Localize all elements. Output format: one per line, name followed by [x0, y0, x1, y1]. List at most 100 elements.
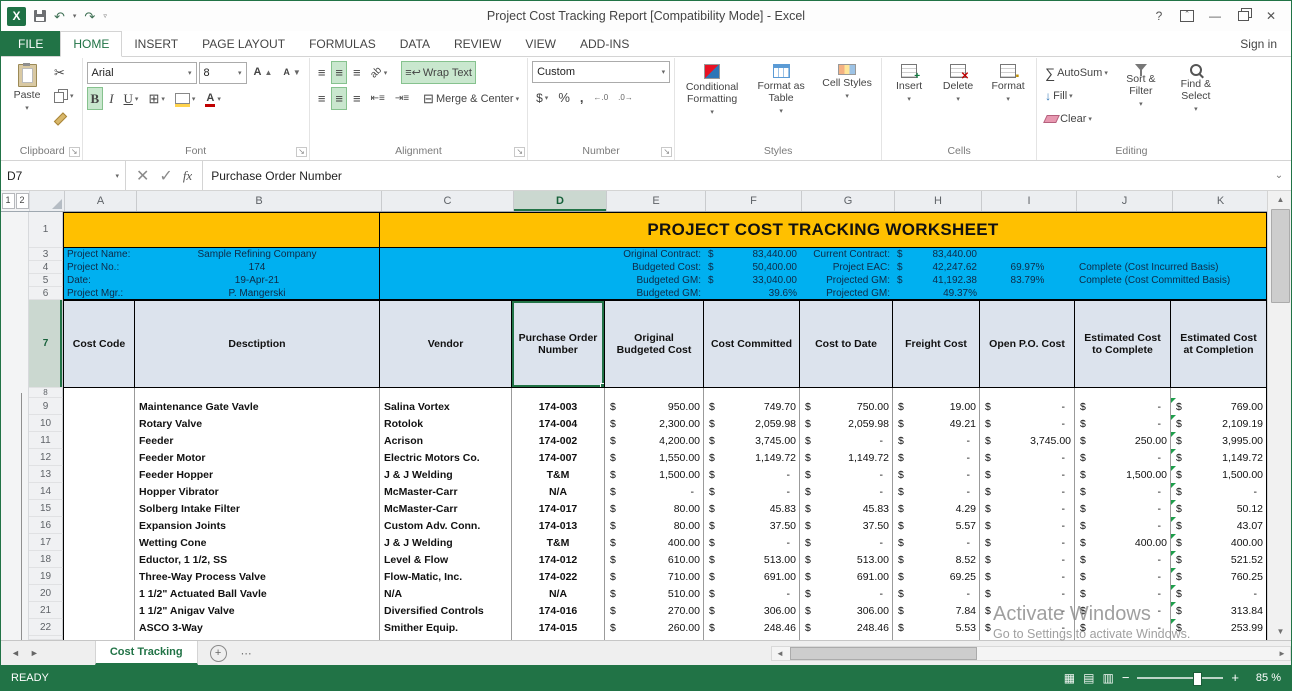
vertical-scroll-track[interactable]	[1268, 304, 1291, 623]
cell-A6[interactable]: Project Mgr.:	[63, 287, 135, 300]
cell-A21[interactable]	[63, 602, 135, 619]
row-header-5[interactable]: 5	[29, 274, 63, 287]
cell-F19[interactable]: $691.00	[704, 568, 800, 585]
cell-K7[interactable]: Estimated Cost at Completion	[1171, 300, 1267, 388]
cell-C13[interactable]: J & J Welding	[380, 466, 512, 483]
cell-E9[interactable]: $950.00	[605, 398, 704, 415]
ribbon-tab-home[interactable]: HOME	[60, 31, 122, 57]
italic-button[interactable]: I	[105, 87, 117, 110]
cell-H22[interactable]: $5.53	[893, 619, 980, 636]
scroll-right-icon[interactable]: ►	[1274, 649, 1290, 658]
cell-J10[interactable]: $-	[1075, 415, 1171, 432]
cell-I13[interactable]: $-	[980, 466, 1075, 483]
name-box[interactable]: D7 ▾	[1, 161, 126, 190]
cell-styles-button[interactable]: Cell Styles ▾	[817, 61, 877, 103]
top-align-button[interactable]: ≡	[314, 61, 330, 84]
cell-J19[interactable]: $-	[1075, 568, 1171, 585]
cell-E5[interactable]: Budgeted GM:	[605, 274, 704, 287]
cell-G3[interactable]: Current Contract:	[800, 248, 893, 261]
scroll-up-icon[interactable]: ▲	[1268, 191, 1291, 208]
cell-G19[interactable]: $691.00	[800, 568, 893, 585]
accounting-format-button[interactable]: $▾	[532, 86, 552, 109]
cell-I18[interactable]: $-	[980, 551, 1075, 568]
cell-G16[interactable]: $37.50	[800, 517, 893, 534]
cell-D3[interactable]	[512, 248, 605, 261]
cell-B14[interactable]: Hopper Vibrator	[135, 483, 380, 500]
cell-K15[interactable]: $50.12	[1171, 500, 1267, 517]
cell-A11[interactable]	[63, 432, 135, 449]
ribbon-tab-add-ins[interactable]: ADD-INS	[568, 31, 641, 56]
cell-C6[interactable]	[380, 287, 512, 300]
cell-F11[interactable]: $3,745.00	[704, 432, 800, 449]
cell-G15[interactable]: $45.83	[800, 500, 893, 517]
cell-A3[interactable]: Project Name:	[63, 248, 135, 261]
cell-F12[interactable]: $1,149.72	[704, 449, 800, 466]
fill-color-button[interactable]: ▾	[171, 87, 200, 110]
cell-J4[interactable]: Complete (Cost Incurred Basis)	[1075, 261, 1267, 274]
horizontal-scroll-thumb[interactable]	[790, 647, 977, 660]
sheet-tab-scroll-right-icon[interactable]: ►	[30, 648, 39, 658]
cell-I9[interactable]: $-	[980, 398, 1075, 415]
row-header-1[interactable]: 1	[29, 212, 63, 248]
sheet-tab-cost-tracking[interactable]: Cost Tracking	[95, 641, 198, 665]
increase-indent-button[interactable]: ⇥≡	[391, 87, 413, 110]
cell-H12[interactable]: $-	[893, 449, 980, 466]
cell-H11[interactable]: $-	[893, 432, 980, 449]
cell-B18[interactable]: Eductor, 1 1/2, SS	[135, 551, 380, 568]
row-header-13[interactable]: 13	[29, 466, 63, 483]
scroll-left-icon[interactable]: ◄	[772, 649, 788, 658]
cell-K18[interactable]: $521.52	[1171, 551, 1267, 568]
cell-C15[interactable]: McMaster-Carr	[380, 500, 512, 517]
cell-G17[interactable]: $-	[800, 534, 893, 551]
view-normal-icon[interactable]: ▦	[1064, 672, 1075, 684]
column-header-D[interactable]: D	[514, 191, 607, 211]
cell-D8[interactable]	[512, 388, 605, 398]
sheet-tab-scroll-left-icon[interactable]: ◄	[11, 648, 20, 658]
cell-B-below[interactable]	[135, 636, 380, 640]
cell-F21[interactable]: $306.00	[704, 602, 800, 619]
font-name-combo[interactable]: Arial▾	[87, 62, 197, 84]
cell-K12[interactable]: $1,149.72	[1171, 449, 1267, 466]
cell-H16[interactable]: $5.57	[893, 517, 980, 534]
grow-font-button[interactable]: A▲	[249, 61, 277, 84]
cell-B10[interactable]: Rotary Valve	[135, 415, 380, 432]
cell-A5[interactable]: Date:	[63, 274, 135, 287]
ribbon-tab-review[interactable]: REVIEW	[442, 31, 513, 56]
cell-D6[interactable]	[512, 287, 605, 300]
cell-G22[interactable]: $248.46	[800, 619, 893, 636]
cell-E22[interactable]: $260.00	[605, 619, 704, 636]
cell-F14[interactable]: $-	[704, 483, 800, 500]
fill-button[interactable]: ↓Fill▾	[1041, 84, 1112, 107]
cell-H18[interactable]: $8.52	[893, 551, 980, 568]
cell-I15[interactable]: $-	[980, 500, 1075, 517]
borders-button[interactable]: ⊞▾	[144, 87, 168, 110]
autosum-button[interactable]: ∑AutoSum▾	[1041, 61, 1112, 84]
cell-J17[interactable]: $400.00	[1075, 534, 1171, 551]
row-header-18[interactable]: 18	[29, 551, 63, 568]
cell-K11[interactable]: $3,995.00	[1171, 432, 1267, 449]
cell-G-below[interactable]	[800, 636, 893, 640]
cell-D21[interactable]: 174-016	[512, 602, 605, 619]
underline-button[interactable]: U▾	[120, 87, 143, 110]
bottom-align-button[interactable]: ≡	[349, 61, 365, 84]
cell-B20[interactable]: 1 1/2" Actuated Ball Vavle	[135, 585, 380, 602]
column-header-A[interactable]: A	[65, 191, 137, 211]
column-header-C[interactable]: C	[382, 191, 514, 211]
ribbon-display-options-button[interactable]: ⌃	[1173, 5, 1201, 27]
row-header-19[interactable]: 19	[29, 568, 63, 585]
cell-E-below[interactable]	[605, 636, 704, 640]
cell-F9[interactable]: $749.70	[704, 398, 800, 415]
cell-C4[interactable]	[380, 261, 512, 274]
cell-I7[interactable]: Open P.O. Cost	[980, 300, 1075, 388]
enter-icon[interactable]: ✓	[159, 166, 172, 186]
paste-button[interactable]: Paste ▾	[7, 61, 47, 115]
wrap-text-button[interactable]: ≡↩ Wrap Text	[401, 61, 476, 84]
cell-K22[interactable]: $253.99	[1171, 619, 1267, 636]
cell-J11[interactable]: $250.00	[1075, 432, 1171, 449]
cell-A9[interactable]	[63, 398, 135, 415]
comma-style-button[interactable]: ,	[576, 86, 588, 109]
cell-G14[interactable]: $-	[800, 483, 893, 500]
cell-A4[interactable]: Project No.:	[63, 261, 135, 274]
cell-G7[interactable]: Cost to Date	[800, 300, 893, 388]
cell-A12[interactable]	[63, 449, 135, 466]
